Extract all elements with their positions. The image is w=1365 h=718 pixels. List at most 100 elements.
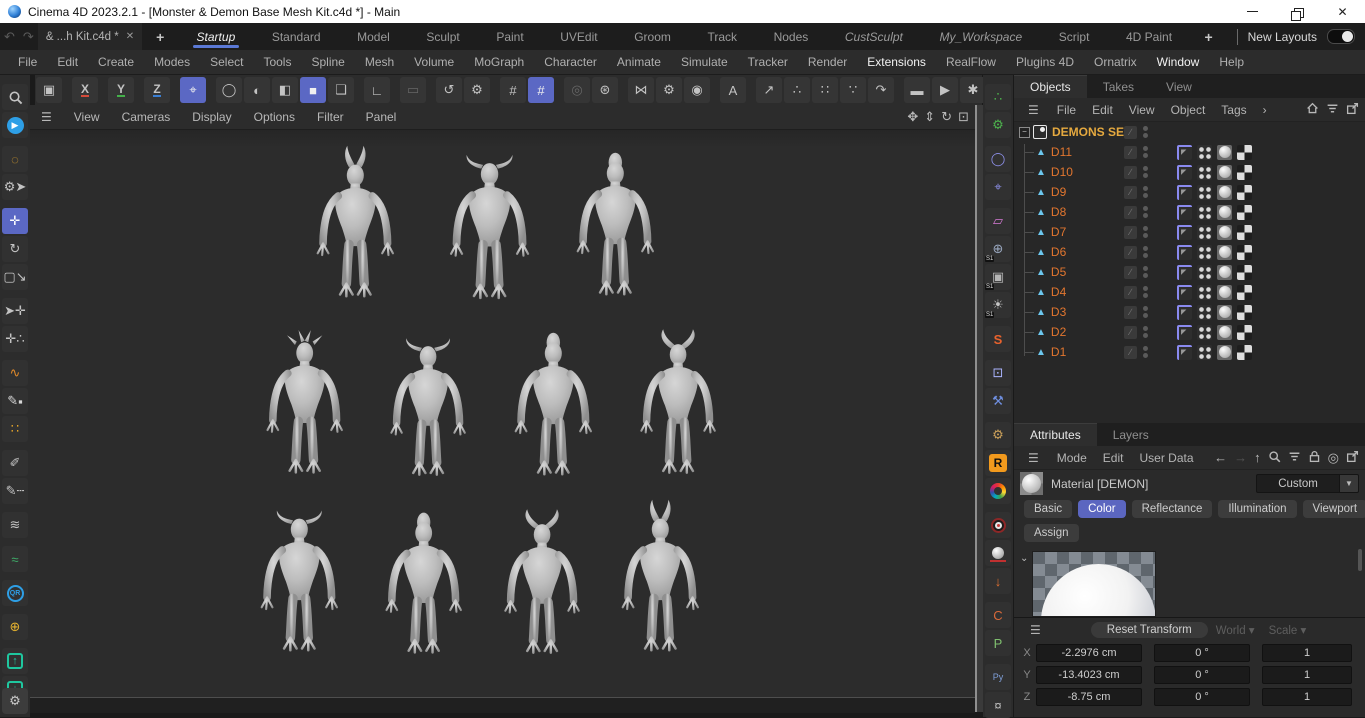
edit-disabled-icon[interactable]: ∕ — [1124, 326, 1137, 339]
up-icon[interactable]: ↑ — [1254, 450, 1261, 465]
uvw-tag[interactable] — [1237, 265, 1252, 280]
channel-tab-color[interactable]: Color — [1078, 500, 1125, 518]
selection-tag[interactable] — [1197, 225, 1212, 240]
menu-mesh[interactable]: Mesh — [355, 55, 404, 69]
visibility-dots[interactable] — [1143, 266, 1148, 278]
move-tool-icon[interactable]: ✛ — [2, 208, 28, 234]
phong-tag[interactable] — [1177, 305, 1192, 320]
menu-ornatrix[interactable]: Ornatrix — [1084, 55, 1147, 69]
menu-character[interactable]: Character — [534, 55, 607, 69]
target-aim-icon[interactable]: ⊕ — [2, 614, 28, 640]
phong-tag[interactable] — [1177, 205, 1192, 220]
material-tag[interactable] — [1217, 245, 1232, 260]
selection-tag[interactable] — [1197, 145, 1212, 160]
material-tag[interactable] — [1217, 305, 1232, 320]
attributes-menu-edit[interactable]: Edit — [1095, 451, 1132, 465]
live-selection-icon[interactable]: ◌ — [2, 146, 28, 172]
objects-hamburger-icon[interactable]: ☰ — [1020, 103, 1047, 117]
phong-tag[interactable] — [1177, 165, 1192, 180]
primitive-icon[interactable]: ∴ — [985, 84, 1011, 110]
menu-mograph[interactable]: MoGraph — [464, 55, 534, 69]
y-axis-lock-icon[interactable]: Y — [108, 77, 134, 103]
orbit-icon[interactable]: ↻ — [941, 109, 952, 125]
demon-mesh-bull[interactable] — [435, 142, 544, 318]
channel-tab-assign[interactable]: Assign — [1024, 524, 1079, 542]
selection-tag[interactable] — [1197, 265, 1212, 280]
export-up-icon[interactable]: ↑ — [2, 648, 28, 674]
uvw-tag[interactable] — [1237, 165, 1252, 180]
viewport-menu-filter[interactable]: Filter — [306, 110, 355, 124]
search-icon[interactable] — [2, 84, 28, 110]
layout-tab-my-workspace[interactable]: My_Workspace — [935, 23, 1026, 50]
tree-row-d7[interactable]: ▲ D7 ∕ — [1014, 222, 1365, 242]
collapse-chevron-icon[interactable]: ⌄ — [1020, 553, 1028, 564]
close-button[interactable]: ✕ — [1320, 0, 1365, 23]
wrench-icon[interactable]: ⚒ — [985, 388, 1011, 414]
redshift-icon[interactable]: R — [985, 450, 1011, 476]
target-dim-icon[interactable]: ◎ — [564, 77, 590, 103]
selection-tag[interactable] — [1197, 285, 1212, 300]
render-view-icon[interactable]: ▣ — [36, 77, 62, 103]
channel-tab-illumination[interactable]: Illumination — [1218, 500, 1296, 518]
visibility-dots[interactable] — [1143, 186, 1148, 198]
edit-disabled-icon[interactable]: ∕ — [1124, 246, 1137, 259]
axis-modification-icon[interactable]: ∟ — [364, 77, 390, 103]
objects-menu-tags[interactable]: Tags — [1213, 103, 1254, 117]
layout-tab-script[interactable]: Script — [1055, 23, 1094, 50]
phong-tag[interactable] — [1177, 345, 1192, 360]
objects-tab-takes[interactable]: Takes — [1087, 76, 1150, 98]
edit-disabled-icon[interactable]: ∕ — [1124, 226, 1137, 239]
scale-z-input[interactable]: 1 — [1262, 688, 1352, 706]
forward-icon[interactable]: → — [1234, 450, 1247, 465]
layout-tab-sculpt[interactable]: Sculpt — [422, 23, 463, 50]
material-tag[interactable] — [1217, 165, 1232, 180]
layout-tab-4d-paint[interactable]: 4D Paint — [1122, 23, 1176, 50]
uvw-tag[interactable] — [1237, 285, 1252, 300]
scatter-pivot-icon[interactable]: ∴ — [784, 77, 810, 103]
uvw-tag[interactable] — [1237, 205, 1252, 220]
menu-help[interactable]: Help — [1209, 55, 1254, 69]
play-asset-icon[interactable]: ▶ — [2, 112, 28, 138]
sky-icon[interactable]: ⊕S1 — [985, 236, 1011, 262]
objects-menu-file[interactable]: File — [1049, 103, 1084, 117]
symmetry-icon[interactable]: ⋈ — [628, 77, 654, 103]
menu-window[interactable]: Window — [1147, 55, 1210, 69]
uvw-tag[interactable] — [1237, 185, 1252, 200]
cursor-move-icon[interactable]: ➤✛ — [2, 298, 28, 324]
phong-tag[interactable] — [1177, 225, 1192, 240]
scale-view-icon[interactable]: ↗ — [756, 77, 782, 103]
channel-tab-reflectance[interactable]: Reflectance — [1132, 500, 1213, 518]
menu-render[interactable]: Render — [798, 55, 857, 69]
phong-tag[interactable] — [1177, 245, 1192, 260]
spline-circle-icon[interactable]: ◯ — [985, 146, 1011, 172]
layout-tab-paint[interactable]: Paint — [492, 23, 527, 50]
viewport-menu-panel[interactable]: Panel — [355, 110, 408, 124]
undo-icon[interactable]: ↶ — [0, 29, 19, 45]
edit-disabled-icon[interactable]: ∕ — [1124, 126, 1137, 139]
material-icon[interactable] — [985, 540, 1011, 566]
grid-icon[interactable]: # — [500, 77, 526, 103]
tree-row-d11[interactable]: ▲ D11 ∕ — [1014, 142, 1365, 162]
python-tag-icon[interactable]: P — [985, 630, 1011, 656]
visibility-dots[interactable] — [1143, 146, 1148, 158]
tree-row-d6[interactable]: ▲ D6 ∕ — [1014, 242, 1365, 262]
workplane-plane-icon[interactable]: ▭ — [400, 77, 426, 103]
selection-tag[interactable] — [1197, 345, 1212, 360]
attributes-tab-layers[interactable]: Layers — [1097, 424, 1165, 446]
uvw-tag[interactable] — [1237, 325, 1252, 340]
phong-tag[interactable] — [1177, 265, 1192, 280]
spline-pen-icon[interactable]: ✎▪ — [2, 388, 28, 414]
workplane-icon[interactable]: ⌖ — [180, 77, 206, 103]
demon-mesh-imp[interactable] — [302, 144, 409, 316]
layout-tab-nodes[interactable]: Nodes — [770, 23, 813, 50]
objects-menu-view[interactable]: View — [1121, 103, 1163, 117]
objects-menu-more[interactable]: › — [1255, 103, 1275, 117]
menu-create[interactable]: Create — [88, 55, 144, 69]
edit-disabled-icon[interactable]: ∕ — [1124, 186, 1137, 199]
popout-icon[interactable] — [1346, 102, 1359, 118]
menu-modes[interactable]: Modes — [144, 55, 200, 69]
menu-plugins-4d[interactable]: Plugins 4D — [1006, 55, 1084, 69]
menu-tools[interactable]: Tools — [253, 55, 301, 69]
uvw-tag[interactable] — [1237, 305, 1252, 320]
tool-settings-icon[interactable]: ⚙ — [464, 77, 490, 103]
